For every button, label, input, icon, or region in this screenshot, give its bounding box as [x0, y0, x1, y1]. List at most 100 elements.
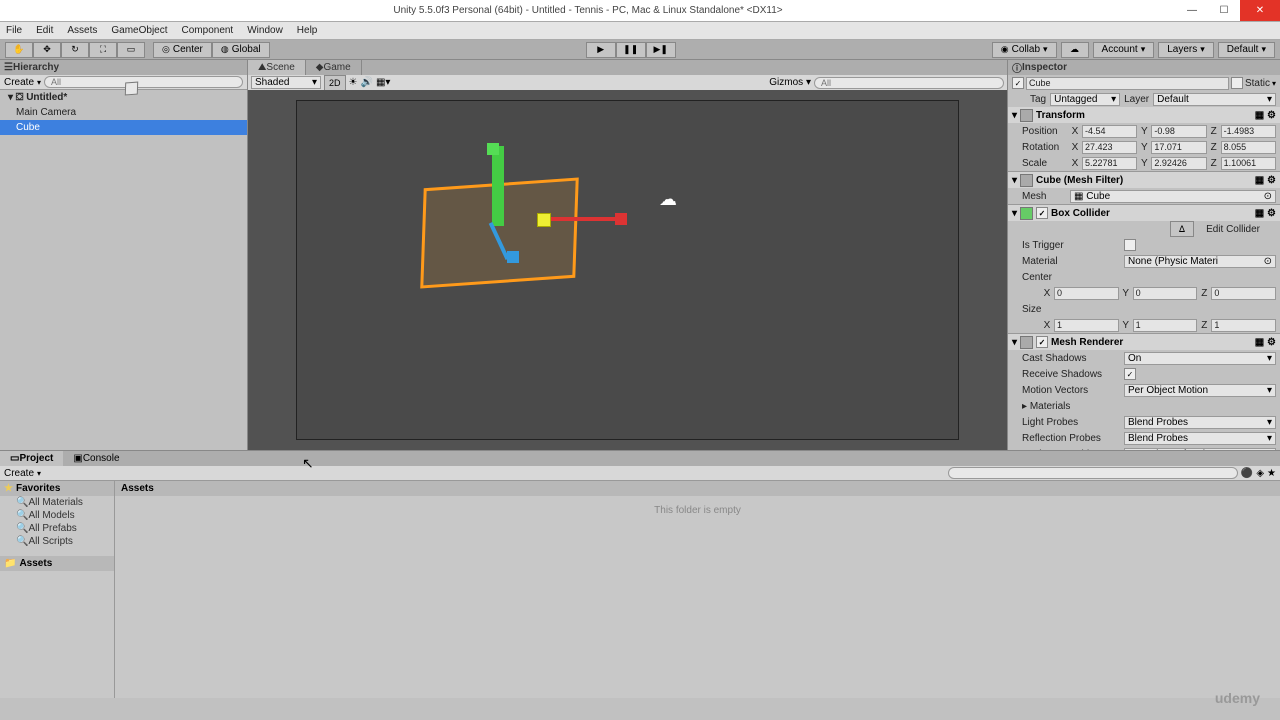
size-x[interactable]: 1 — [1054, 319, 1119, 332]
center-y[interactable]: 0 — [1133, 287, 1198, 300]
meshrenderer-header[interactable]: ▾✓Mesh Renderer▦ ⚙ — [1008, 334, 1280, 350]
physmat-field[interactable]: None (Physic Materi⊙ — [1124, 255, 1276, 268]
fav-scripts[interactable]: 🔍All Scripts — [0, 535, 114, 548]
close-button[interactable]: ✕ — [1240, 0, 1280, 21]
pivot-toggle[interactable]: ◎ Center — [153, 42, 212, 58]
console-tab[interactable]: ▣ Console — [63, 451, 129, 466]
lightprobes-dropdown[interactable]: Blend Probes▾ — [1124, 416, 1276, 429]
meshfilter-header[interactable]: ▾Cube (Mesh Filter)▦ ⚙ — [1008, 172, 1280, 188]
assets-breadcrumb[interactable]: Assets — [115, 481, 1280, 496]
scl-x[interactable]: 5.22781 — [1082, 157, 1137, 170]
gizmo-center[interactable] — [537, 213, 551, 227]
scene-viewport[interactable]: ☁ — [248, 90, 1007, 450]
static-checkbox[interactable] — [1231, 77, 1243, 89]
motionvec-dropdown[interactable]: Per Object Motion▾ — [1124, 384, 1276, 397]
project-search[interactable] — [948, 467, 1238, 479]
fx-icon[interactable]: ▦▾ — [376, 77, 390, 88]
menu-window[interactable]: Window — [247, 25, 283, 36]
rot-z[interactable]: 8.055 — [1221, 141, 1276, 154]
cloud-button[interactable]: ☁ — [1061, 42, 1089, 58]
fav-models[interactable]: 🔍All Models — [0, 509, 114, 522]
scene-search[interactable] — [814, 77, 1004, 89]
pos-x[interactable]: -4.54 — [1082, 125, 1137, 138]
gear-icon[interactable]: ▦ ⚙ — [1255, 337, 1276, 348]
gear-icon[interactable]: ▦ ⚙ — [1255, 110, 1276, 121]
gizmo-y-handle[interactable] — [487, 143, 499, 155]
trigger-checkbox[interactable] — [1124, 239, 1136, 251]
gizmo-x-axis[interactable] — [547, 217, 617, 221]
pos-y[interactable]: -0.98 — [1151, 125, 1206, 138]
scl-z[interactable]: 1.10061 — [1221, 157, 1276, 170]
size-z[interactable]: 1 — [1211, 319, 1276, 332]
center-z[interactable]: 0 — [1211, 287, 1276, 300]
size-y[interactable]: 1 — [1133, 319, 1198, 332]
favorites-header[interactable]: ★Favorites — [0, 481, 114, 496]
filter-icon[interactable]: ◈ — [1256, 468, 1264, 479]
collab-dropdown[interactable]: ◉ Collab ▾ — [992, 42, 1057, 58]
boxcollider-header[interactable]: ▾✓Box Collider▦ ⚙ — [1008, 205, 1280, 221]
menu-gameobject[interactable]: GameObject — [111, 25, 167, 36]
rot-x[interactable]: 27.423 — [1082, 141, 1137, 154]
rot-y[interactable]: 17.071 — [1151, 141, 1206, 154]
play-button[interactable]: ▶ — [586, 42, 616, 58]
shaded-dropdown[interactable]: Shaded▾ — [251, 76, 321, 89]
scene-row[interactable]: ▾ ⛋ Untitled* — [0, 90, 247, 105]
scene-tab[interactable]: ⛰ Scene — [248, 60, 306, 75]
assets-folder[interactable]: 📁 Assets — [0, 556, 114, 571]
menu-assets[interactable]: Assets — [67, 25, 97, 36]
hand-tool[interactable]: ✋ — [5, 42, 33, 58]
game-tab[interactable]: ◆ Game — [306, 60, 362, 75]
gear-icon[interactable]: ▦ ⚙ — [1255, 208, 1276, 219]
menu-component[interactable]: Component — [182, 25, 234, 36]
light-icon[interactable]: ☀ — [349, 77, 358, 88]
active-checkbox[interactable]: ✓ — [1012, 77, 1024, 89]
materials-label[interactable]: ▸ Materials — [1012, 401, 1122, 412]
pause-button[interactable]: ❚❚ — [616, 42, 646, 58]
center-x[interactable]: 0 — [1054, 287, 1119, 300]
menu-edit[interactable]: Edit — [36, 25, 53, 36]
project-tab[interactable]: ▭ Project — [0, 451, 63, 466]
hierarchy-search[interactable] — [44, 76, 243, 88]
meshrenderer-enable[interactable]: ✓ — [1036, 336, 1048, 348]
rotate-tool[interactable]: ↻ — [61, 42, 89, 58]
audio-icon[interactable]: 🔊 — [360, 77, 372, 88]
layer-dropdown[interactable]: Default▾ — [1153, 93, 1276, 106]
step-button[interactable]: ▶❚ — [646, 42, 676, 58]
gizmo-z-handle[interactable] — [507, 251, 519, 263]
light-gizmo-icon[interactable]: ☁ — [659, 189, 677, 210]
castshadows-dropdown[interactable]: On▾ — [1124, 352, 1276, 365]
account-dropdown[interactable]: Account ▾ — [1093, 42, 1155, 58]
menu-help[interactable]: Help — [297, 25, 318, 36]
hierarchy-tab[interactable]: ☰ Hierarchy — [0, 60, 247, 75]
inspector-tab[interactable]: ⓘ Inspector — [1008, 60, 1280, 75]
hierarchy-create[interactable]: Create — [4, 77, 34, 88]
edit-collider-button[interactable]: ᐃ — [1170, 221, 1194, 237]
gear-icon[interactable]: ▦ ⚙ — [1255, 175, 1276, 186]
scl-y[interactable]: 2.92426 — [1151, 157, 1206, 170]
space-toggle[interactable]: ◍ Global — [212, 42, 270, 58]
filter-icon[interactable]: ★ — [1267, 468, 1276, 479]
layers-dropdown[interactable]: Layers ▾ — [1158, 42, 1214, 58]
fav-prefabs[interactable]: 🔍All Prefabs — [0, 522, 114, 535]
filter-icon[interactable]: ⚫ — [1241, 468, 1253, 479]
transform-header[interactable]: ▾Transform▦ ⚙ — [1008, 107, 1280, 123]
boxcollider-enable[interactable]: ✓ — [1036, 207, 1048, 219]
rect-tool[interactable]: ▭ — [117, 42, 145, 58]
maximize-button[interactable]: ☐ — [1208, 0, 1240, 21]
layout-dropdown[interactable]: Default ▾ — [1218, 42, 1275, 58]
recvshadows-checkbox[interactable]: ✓ — [1124, 368, 1136, 380]
gizmo-x-handle[interactable] — [615, 213, 627, 225]
project-create[interactable]: Create — [4, 468, 34, 479]
hierarchy-cube[interactable]: Cube — [0, 120, 247, 135]
scale-tool[interactable]: ⛶ — [89, 42, 117, 58]
2d-toggle[interactable]: 2D — [324, 75, 346, 91]
reflprobes-dropdown[interactable]: Blend Probes▾ — [1124, 432, 1276, 445]
fav-materials[interactable]: 🔍All Materials — [0, 496, 114, 509]
move-tool[interactable]: ✥ — [33, 42, 61, 58]
project-content[interactable]: Assets This folder is empty — [115, 481, 1280, 698]
gizmos-dropdown[interactable]: Gizmos ▾ — [769, 77, 811, 88]
name-field[interactable] — [1026, 77, 1229, 90]
tag-dropdown[interactable]: Untagged▾ — [1050, 93, 1120, 106]
mesh-field[interactable]: ▦ Cube⊙ — [1070, 190, 1276, 203]
menu-file[interactable]: File — [6, 25, 22, 36]
